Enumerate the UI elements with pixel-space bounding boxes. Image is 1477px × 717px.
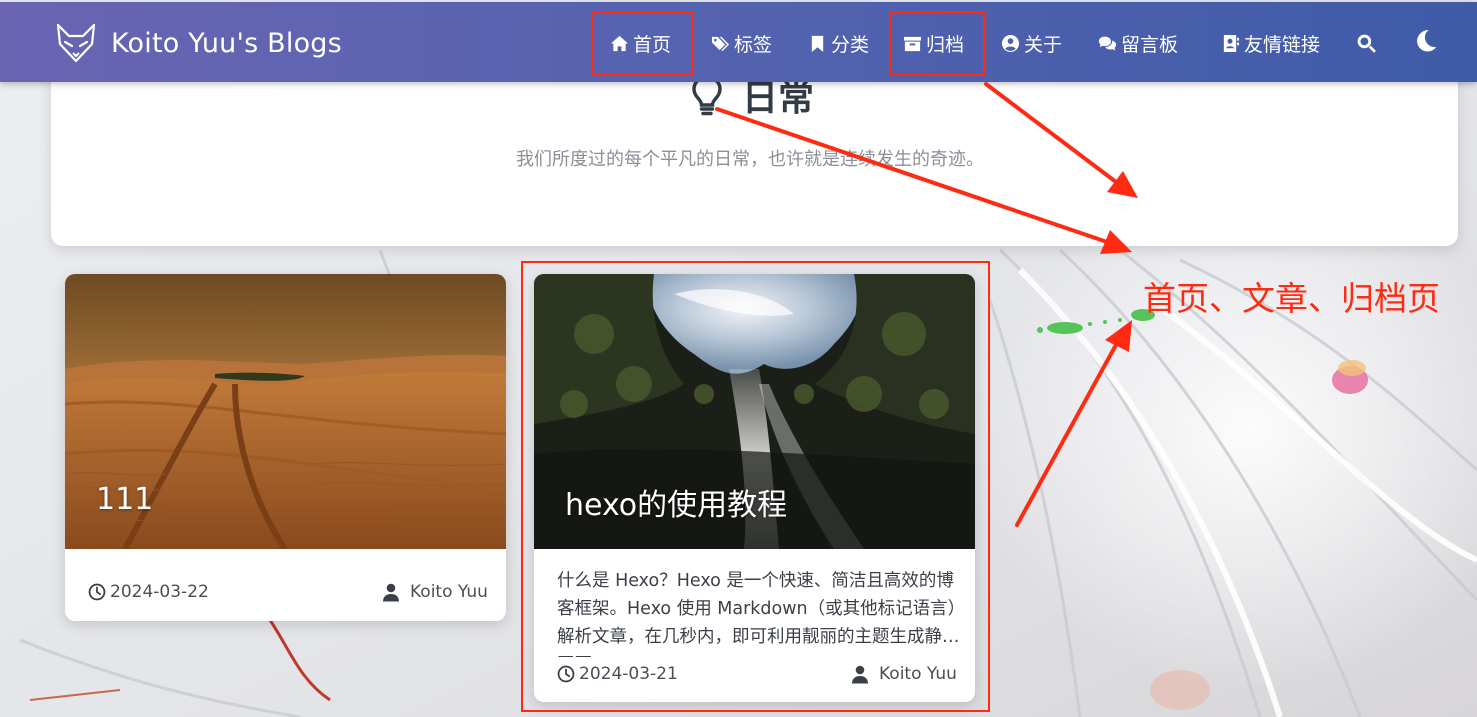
fox-logo-icon <box>56 23 96 63</box>
site-brand[interactable]: Koito Yuu's Blogs <box>55 22 342 64</box>
user-circle-icon <box>1001 34 1020 52</box>
moon-icon <box>1417 30 1437 52</box>
tags-icon <box>711 36 730 51</box>
post-author-text: Koito Yuu <box>410 582 488 602</box>
annotation-label: 首页、文章、归档页 <box>1143 279 1440 318</box>
nav-guestbook-label: 留言板 <box>1121 33 1179 56</box>
post-card[interactable]: 111 2024-03-22 Koito Yuu <box>65 274 506 621</box>
nav-tags-label: 标签 <box>734 33 773 56</box>
theme-toggle-button[interactable] <box>1415 29 1438 56</box>
post-cover-image[interactable]: 111 <box>65 274 506 549</box>
nav-about[interactable]: 关于 <box>1001 28 1062 58</box>
nav-about-label: 关于 <box>1024 33 1063 56</box>
annotation-box-article <box>521 261 990 712</box>
comments-icon <box>1098 36 1117 50</box>
nav-guestbook[interactable]: 留言板 <box>1098 28 1178 58</box>
navbar: Koito Yuu's Blogs 首页 标签 分类 归档 关于 留言板 友情链… <box>0 2 1477 82</box>
nav-categories[interactable]: 分类 <box>808 28 869 58</box>
nav-friend-links-label: 友情链接 <box>1244 33 1321 56</box>
annotation-box-archive <box>889 11 985 76</box>
search-button[interactable] <box>1356 33 1377 58</box>
clock-icon <box>88 583 106 601</box>
nav-categories-label: 分类 <box>831 33 870 56</box>
annotation-box-home <box>591 11 694 76</box>
nav-friend-links[interactable]: 友情链接 <box>1221 28 1320 58</box>
post-date-text: 2024-03-22 <box>110 582 209 602</box>
post-author[interactable]: Koito Yuu <box>382 582 488 602</box>
post-title[interactable]: 111 <box>96 482 153 517</box>
address-book-icon <box>1223 34 1240 52</box>
nav-tags[interactable]: 标签 <box>711 28 772 58</box>
search-icon <box>1357 34 1376 53</box>
category-subtitle: 我们所度过的每个平凡的日常，也许就是连续发生的奇迹。 <box>516 149 984 170</box>
post-date: 2024-03-22 <box>88 582 209 602</box>
bookmark-icon <box>811 35 824 52</box>
site-title: Koito Yuu's Blogs <box>111 27 342 59</box>
user-icon <box>383 583 399 601</box>
